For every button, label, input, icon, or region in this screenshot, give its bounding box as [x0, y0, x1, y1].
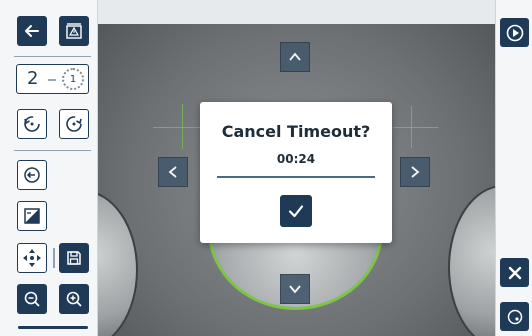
home-position-button[interactable]	[17, 160, 47, 190]
chevron-down-icon	[289, 285, 301, 294]
move-arrows-icon	[23, 249, 41, 267]
dial-value: 1	[69, 74, 77, 85]
contrast-icon	[24, 208, 40, 224]
camera-header-bar	[98, 0, 495, 24]
warning-screen-icon	[66, 23, 82, 39]
sample-well-right	[448, 185, 495, 336]
enter-icon	[24, 167, 40, 183]
app-root: 2 1 Cancel Timeout? 00:24	[0, 0, 532, 336]
toolbar-divider	[53, 248, 55, 268]
move-up-button[interactable]	[280, 42, 310, 72]
move-down-button[interactable]	[280, 274, 310, 304]
dialog-timer: 00:24	[276, 152, 316, 166]
move-left-button[interactable]	[158, 157, 188, 187]
position-dial[interactable]: 1	[62, 68, 84, 90]
toolbar-divider	[14, 56, 91, 57]
counter-dash	[48, 79, 56, 81]
rotate-ccw-icon	[24, 116, 40, 132]
toolbar-divider	[14, 150, 91, 151]
arrow-left-icon	[25, 25, 39, 37]
check-icon	[288, 205, 304, 218]
chevron-left-icon	[168, 166, 177, 178]
rotate-right-button[interactable]	[59, 109, 89, 139]
contrast-button[interactable]	[17, 201, 47, 231]
move-right-button[interactable]	[400, 157, 430, 187]
zoom-in-icon	[66, 291, 82, 307]
play-button[interactable]	[500, 18, 529, 47]
play-circle-icon	[506, 24, 523, 41]
alert-screen-button[interactable]	[59, 16, 89, 46]
dialog-title: Cancel Timeout?	[221, 122, 371, 141]
counter-value: 2	[27, 68, 39, 89]
focus-button[interactable]	[500, 302, 529, 331]
close-icon	[508, 266, 521, 279]
chevron-right-icon	[411, 166, 420, 178]
rotate-left-button[interactable]	[17, 109, 47, 139]
dialog-divider	[217, 176, 375, 178]
confirm-button[interactable]	[280, 195, 312, 227]
crosshair-right-h	[393, 127, 438, 128]
cancel-timeout-dialog: Cancel Timeout? 00:24	[200, 102, 392, 243]
rotate-cw-icon	[66, 116, 82, 132]
slot-counter[interactable]: 2 1	[16, 64, 89, 94]
zoom-in-button[interactable]	[59, 284, 89, 314]
save-icon	[67, 251, 81, 265]
right-toolbar	[495, 0, 532, 336]
close-button[interactable]	[500, 258, 529, 287]
back-button[interactable]	[17, 16, 47, 46]
crosshair-left-v	[182, 104, 183, 149]
zoom-out-button[interactable]	[17, 284, 47, 314]
crosshair-right-v	[411, 106, 412, 148]
move-button[interactable]	[17, 243, 47, 273]
left-toolbar: 2 1	[0, 0, 98, 336]
sample-well-left	[98, 190, 138, 336]
chevron-up-icon	[289, 52, 301, 61]
zoom-out-icon	[24, 291, 40, 307]
focus-icon	[507, 309, 522, 324]
save-button[interactable]	[59, 243, 89, 273]
zoom-slider[interactable]	[18, 326, 88, 329]
